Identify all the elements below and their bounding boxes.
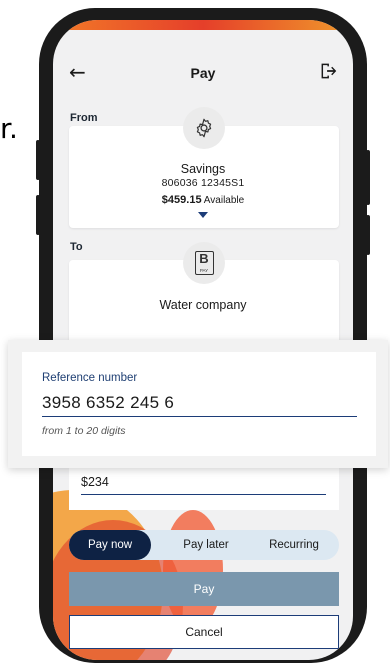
status-bar-accent (53, 20, 353, 30)
phone-side-button (36, 140, 40, 180)
cropped-text-fragment: r. (0, 112, 18, 145)
amount-input-underline (81, 494, 326, 495)
balance-amount: $459.15 (161, 194, 202, 206)
bpay-icon: B PAY (194, 251, 214, 275)
reference-input-underline (42, 416, 357, 417)
logout-icon[interactable] (317, 60, 339, 82)
payment-timing-toggle: Pay now Pay later Recurring (69, 530, 339, 560)
reference-number-input[interactable]: 3958 6352 245 6 (42, 393, 174, 413)
from-account-number: 806036 12345S1 (161, 177, 245, 189)
gear-icon (196, 118, 212, 138)
pay-button[interactable]: Pay (69, 572, 339, 606)
payee-icon-circle: B PAY (183, 242, 225, 284)
from-label: From (70, 112, 98, 124)
payee-name: Water company (159, 298, 247, 312)
phone-power-button (366, 215, 370, 255)
from-account-balance: $459.15 Available (53, 194, 353, 206)
app-bar: ← Pay (53, 50, 353, 94)
phone-power-button (366, 150, 370, 205)
balance-suffix: Available (203, 195, 245, 206)
reference-number-label: Reference number (42, 372, 138, 384)
reference-hint: from 1 to 20 digits (42, 425, 126, 437)
cancel-button[interactable]: Cancel (69, 615, 339, 649)
tab-pay-now[interactable]: Pay now (69, 530, 151, 560)
background-decoration (163, 510, 223, 630)
tab-recurring[interactable]: Recurring (254, 530, 334, 560)
phone-side-button (36, 195, 40, 235)
amount-input[interactable]: $234 (81, 475, 109, 489)
from-account-name: Savings (180, 162, 226, 176)
page-title: Pay (190, 65, 216, 81)
chevron-down-icon[interactable] (198, 212, 208, 218)
account-icon-circle (183, 107, 225, 149)
to-label: To (70, 241, 83, 253)
tab-pay-later[interactable]: Pay later (166, 530, 246, 560)
